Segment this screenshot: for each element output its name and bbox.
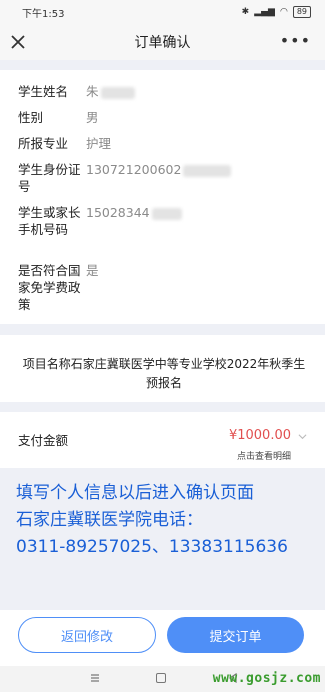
redaction-mask — [151, 207, 182, 220]
signal-icon: ▂▄▆ — [254, 7, 275, 17]
page-title: 订单确认 — [134, 35, 191, 51]
gender-value: 男 — [86, 110, 99, 125]
nav-bar: 订单确认 ••• — [0, 24, 325, 60]
id-value: 130721200602 — [86, 161, 232, 195]
project-card: 项目名称石家庄冀联医学中等专业学校2022年秋季生预报名 — [0, 335, 325, 402]
back-edit-button[interactable]: 返回修改 — [18, 617, 156, 653]
watermark: www.gosjz.com — [212, 671, 321, 686]
major-label: 所报专业 — [18, 136, 69, 151]
close-icon[interactable] — [8, 32, 28, 52]
info-row-policy: 是否符合国家免学费政策 是 — [18, 262, 99, 313]
info-row-phone: 学生或家长手机号码 15028344 — [18, 204, 182, 238]
name-value: 朱 — [86, 83, 135, 100]
name-label: 学生姓名 — [18, 84, 69, 99]
phone-label: 学生或家长手机号码 — [18, 205, 81, 237]
home-icon[interactable] — [156, 673, 166, 683]
major-value: 护理 — [86, 136, 112, 151]
gender-label: 性别 — [18, 110, 44, 125]
bottom-action-bar: 返回修改 提交订单 — [0, 610, 325, 666]
overlay-line-1: 填写个人信息以后进入确认页面 — [16, 483, 254, 503]
info-row-gender: 性别 男 — [18, 109, 99, 126]
more-menu-icon[interactable]: ••• — [280, 33, 311, 49]
overlay-line-2: 石家庄冀联医学院电话： — [16, 510, 203, 530]
status-bar: 下午1:53 ✱ ▂▄▆ ◠ 89 — [0, 0, 325, 24]
submit-order-button[interactable]: 提交订单 — [167, 617, 304, 653]
redaction-mask — [183, 164, 232, 177]
wifi-icon: ◠ — [279, 7, 288, 17]
system-nav-bar: www.gosjz.com — [0, 666, 325, 692]
info-row-id: 学生身份证号 130721200602 — [18, 161, 232, 195]
overlay-note: 填写个人信息以后进入确认页面 石家庄冀联医学院电话： 0311-89257025… — [16, 480, 316, 561]
info-row-name: 学生姓名 朱 — [18, 83, 135, 100]
battery-icon: 89 — [292, 6, 311, 18]
student-info-card: 学生姓名 朱 性别 男 所报专业 护理 学生身份证号 130721200602 … — [0, 70, 325, 324]
policy-value: 是 — [86, 263, 99, 278]
menu-icon[interactable] — [90, 673, 100, 683]
policy-label: 是否符合国家免学费政策 — [18, 263, 81, 312]
overlay-line-3: 0311-89257025、13383115636 — [16, 537, 288, 557]
status-icons: ✱ ▂▄▆ ◠ 89 — [242, 6, 311, 18]
payment-amount: ¥1000.00 — [228, 428, 291, 443]
bluetooth-icon: ✱ — [241, 7, 250, 17]
chevron-down-icon[interactable] — [298, 432, 307, 441]
project-name: 项目名称石家庄冀联医学中等专业学校2022年秋季生预报名 — [22, 357, 306, 390]
payment-card[interactable]: 支付金额 ¥1000.00 点击查看明细 — [0, 412, 325, 468]
status-time: 下午1:53 — [22, 8, 65, 20]
info-row-major: 所报专业 护理 — [18, 135, 111, 152]
payment-label: 支付金额 — [18, 433, 69, 448]
phone-value: 15028344 — [86, 204, 182, 238]
redaction-mask — [100, 86, 135, 99]
view-detail-link[interactable]: 点击查看明细 — [237, 449, 291, 462]
id-label: 学生身份证号 — [18, 162, 81, 194]
